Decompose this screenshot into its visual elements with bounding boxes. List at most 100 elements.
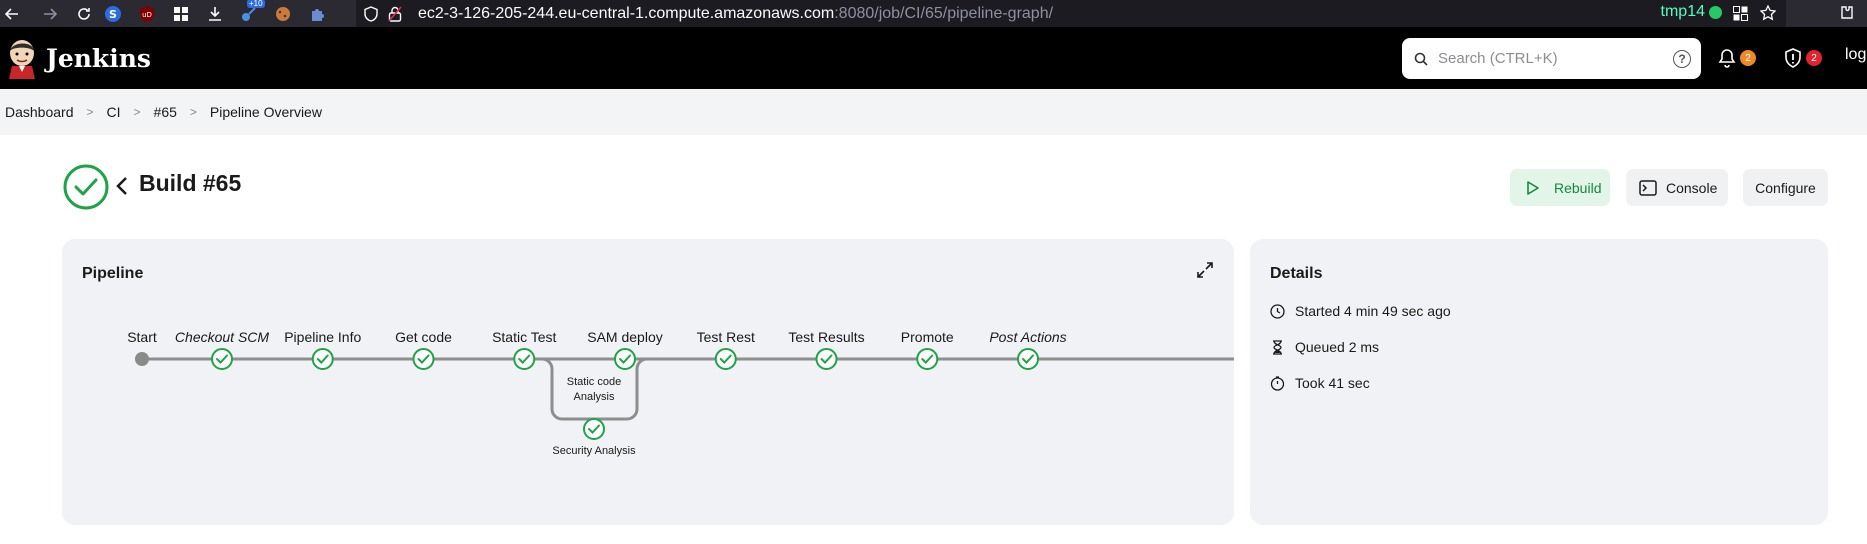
puzzle-extension-icon[interactable] bbox=[300, 0, 334, 27]
chevron-right-icon: > bbox=[133, 105, 141, 119]
breadcrumb-pipeline-overview[interactable]: Pipeline Overview bbox=[210, 104, 322, 120]
stage-node-sam-deploy[interactable]: SAM deploy bbox=[587, 329, 663, 370]
search-input[interactable]: Search (CTRL+K) bbox=[1438, 50, 1673, 67]
stage-status-circle bbox=[815, 348, 838, 370]
stage-node-post-actions[interactable]: Post Actions bbox=[989, 329, 1067, 370]
play-icon bbox=[1527, 180, 1539, 195]
container-badge[interactable]: tmp14 bbox=[1661, 3, 1722, 21]
rebuild-label: Rebuild bbox=[1554, 179, 1602, 196]
browser-toolbar: S uD +10 ec2-3-126-205-244.eu-central-1.… bbox=[0, 0, 1867, 27]
configure-button[interactable]: Configure bbox=[1743, 169, 1828, 206]
graph-connectors bbox=[142, 357, 1234, 421]
container-label: tmp14 bbox=[1660, 3, 1705, 20]
stage-node-promote[interactable]: Promote bbox=[901, 329, 954, 370]
reload-icon[interactable] bbox=[72, 0, 96, 27]
detail-queued: Queued 2 ms bbox=[1270, 339, 1379, 355]
stage-node-pipeline-info[interactable]: Pipeline Info bbox=[284, 329, 361, 370]
jenkins-header: Jenkins Search (CTRL+K) ? 2 2 log bbox=[0, 27, 1867, 89]
extensions-grid-icon[interactable] bbox=[164, 0, 198, 27]
breadcrumb-build[interactable]: #65 bbox=[154, 104, 177, 120]
stage-status-circle bbox=[412, 348, 435, 370]
took-text: Took 41 sec bbox=[1295, 375, 1370, 391]
search-box[interactable]: Search (CTRL+K) ? bbox=[1402, 38, 1701, 79]
stage-label-test-results: Test Results bbox=[788, 329, 864, 345]
detail-took: Took 41 sec bbox=[1270, 375, 1370, 391]
details-title: Details bbox=[1270, 265, 1323, 282]
stage-node-get-code[interactable]: Get code bbox=[395, 329, 452, 370]
key-extension-icon[interactable]: +10 bbox=[232, 0, 266, 27]
stage-label-get-code: Get code bbox=[395, 329, 452, 345]
detail-started: Started 4 min 49 sec ago bbox=[1270, 303, 1451, 319]
console-button[interactable]: Console bbox=[1626, 169, 1728, 206]
stage-label-static-test: Static Test bbox=[492, 329, 556, 345]
stage-label-test-rest: Test Rest bbox=[697, 329, 755, 345]
build-title: Build #65 bbox=[139, 170, 242, 196]
stage-status-circle bbox=[211, 348, 233, 370]
breadcrumb-dashboard[interactable]: Dashboard bbox=[5, 104, 74, 120]
timer-icon bbox=[1270, 375, 1285, 391]
queued-text: Queued 2 ms bbox=[1295, 339, 1380, 355]
stage-status-circle bbox=[916, 348, 939, 370]
console-label: Console bbox=[1666, 179, 1718, 196]
breadcrumb-ci[interactable]: CI bbox=[107, 104, 121, 120]
stage-node-static-test[interactable]: Static Test bbox=[492, 329, 557, 370]
extension-badge: +10 bbox=[247, 0, 265, 8]
cookie-icon[interactable] bbox=[266, 0, 300, 27]
stage-status-circle bbox=[714, 348, 737, 370]
start-label: Start bbox=[127, 329, 157, 345]
configure-label: Configure bbox=[1755, 179, 1816, 196]
insecure-lock-icon[interactable] bbox=[388, 6, 402, 22]
pipeline-graph: Start Checkout SCM Pipeline Info Get code S… bbox=[127, 329, 1234, 457]
browser-extensions-icon[interactable] bbox=[1839, 5, 1855, 21]
app-title[interactable]: Jenkins bbox=[46, 44, 151, 73]
started-text: Started 4 min 49 sec ago bbox=[1295, 303, 1451, 319]
stage-label-promote: Promote bbox=[901, 329, 954, 345]
chevron-right-icon: > bbox=[86, 105, 94, 119]
address-bar[interactable]: ec2-3-126-205-244.eu-central-1.compute.a… bbox=[356, 0, 1786, 27]
hourglass-icon bbox=[1273, 339, 1282, 355]
stage-status-circle bbox=[614, 348, 636, 370]
extension-s-icon[interactable]: S bbox=[96, 0, 130, 27]
shield-icon[interactable] bbox=[364, 6, 378, 22]
jenkins-logo-icon[interactable] bbox=[6, 37, 38, 79]
reader-view-icon[interactable] bbox=[1733, 6, 1748, 21]
stage-node-test-results[interactable]: Test Results bbox=[788, 329, 865, 370]
stage-label-checkout-scm: Checkout SCM bbox=[175, 329, 269, 345]
start-node bbox=[135, 352, 149, 366]
url-path: :8080/job/CI/65/pipeline-graph/ bbox=[834, 4, 1054, 22]
security-badge: 2 bbox=[1806, 50, 1822, 66]
stage-node-checkout-scm[interactable]: Checkout SCM bbox=[175, 329, 269, 370]
pipeline-panel: Pipeline Start Checkout SCM Pipeline Info… bbox=[62, 239, 1234, 525]
security-button[interactable]: 2 bbox=[1784, 46, 1822, 70]
stage-node-security-analysis[interactable] bbox=[583, 418, 605, 440]
chevron-right-icon: > bbox=[189, 105, 197, 119]
back-chevron-icon[interactable] bbox=[115, 175, 129, 197]
parallel-label-analysis: Analysis bbox=[574, 391, 615, 403]
help-icon[interactable]: ? bbox=[1673, 49, 1691, 68]
parallel-label-security-analysis: Security Analysis bbox=[552, 445, 636, 457]
stage-label-pipeline-info: Pipeline Info bbox=[284, 329, 361, 345]
download-icon[interactable] bbox=[198, 0, 232, 27]
breadcrumb: Dashboard > CI > #65 > Pipeline Overview bbox=[0, 89, 1867, 135]
logout-link[interactable]: log bbox=[1845, 46, 1866, 64]
back-arrow-icon[interactable] bbox=[0, 0, 24, 27]
container-dot-icon bbox=[1709, 5, 1722, 19]
rebuild-button[interactable]: Rebuild bbox=[1510, 169, 1610, 206]
stage-status-circle bbox=[311, 348, 334, 370]
notifications-button[interactable]: 2 bbox=[1718, 46, 1756, 70]
svg-text:S: S bbox=[109, 8, 117, 21]
stage-status-circle bbox=[1017, 348, 1039, 370]
url-host: ec2-3-126-205-244.eu-central-1.compute.a… bbox=[418, 4, 835, 22]
stage-label-post-actions: Post Actions bbox=[989, 329, 1066, 345]
security-shield-icon bbox=[1785, 48, 1801, 68]
stage-label-sam-deploy: SAM deploy bbox=[587, 329, 662, 345]
parallel-label-static-code: Static code bbox=[567, 376, 621, 388]
svg-text:uD: uD bbox=[142, 11, 152, 19]
stage-node-test-rest[interactable]: Test Rest bbox=[697, 329, 755, 370]
forward-arrow-icon[interactable] bbox=[38, 0, 62, 27]
bookmark-star-icon[interactable] bbox=[1760, 5, 1776, 21]
stage-status-circle bbox=[513, 348, 536, 370]
ublock-icon[interactable]: uD bbox=[130, 0, 164, 27]
url-text: ec2-3-126-205-244.eu-central-1.compute.a… bbox=[418, 5, 1053, 23]
details-panel: Details Started 4 min 49 sec ago Queued … bbox=[1250, 239, 1828, 525]
